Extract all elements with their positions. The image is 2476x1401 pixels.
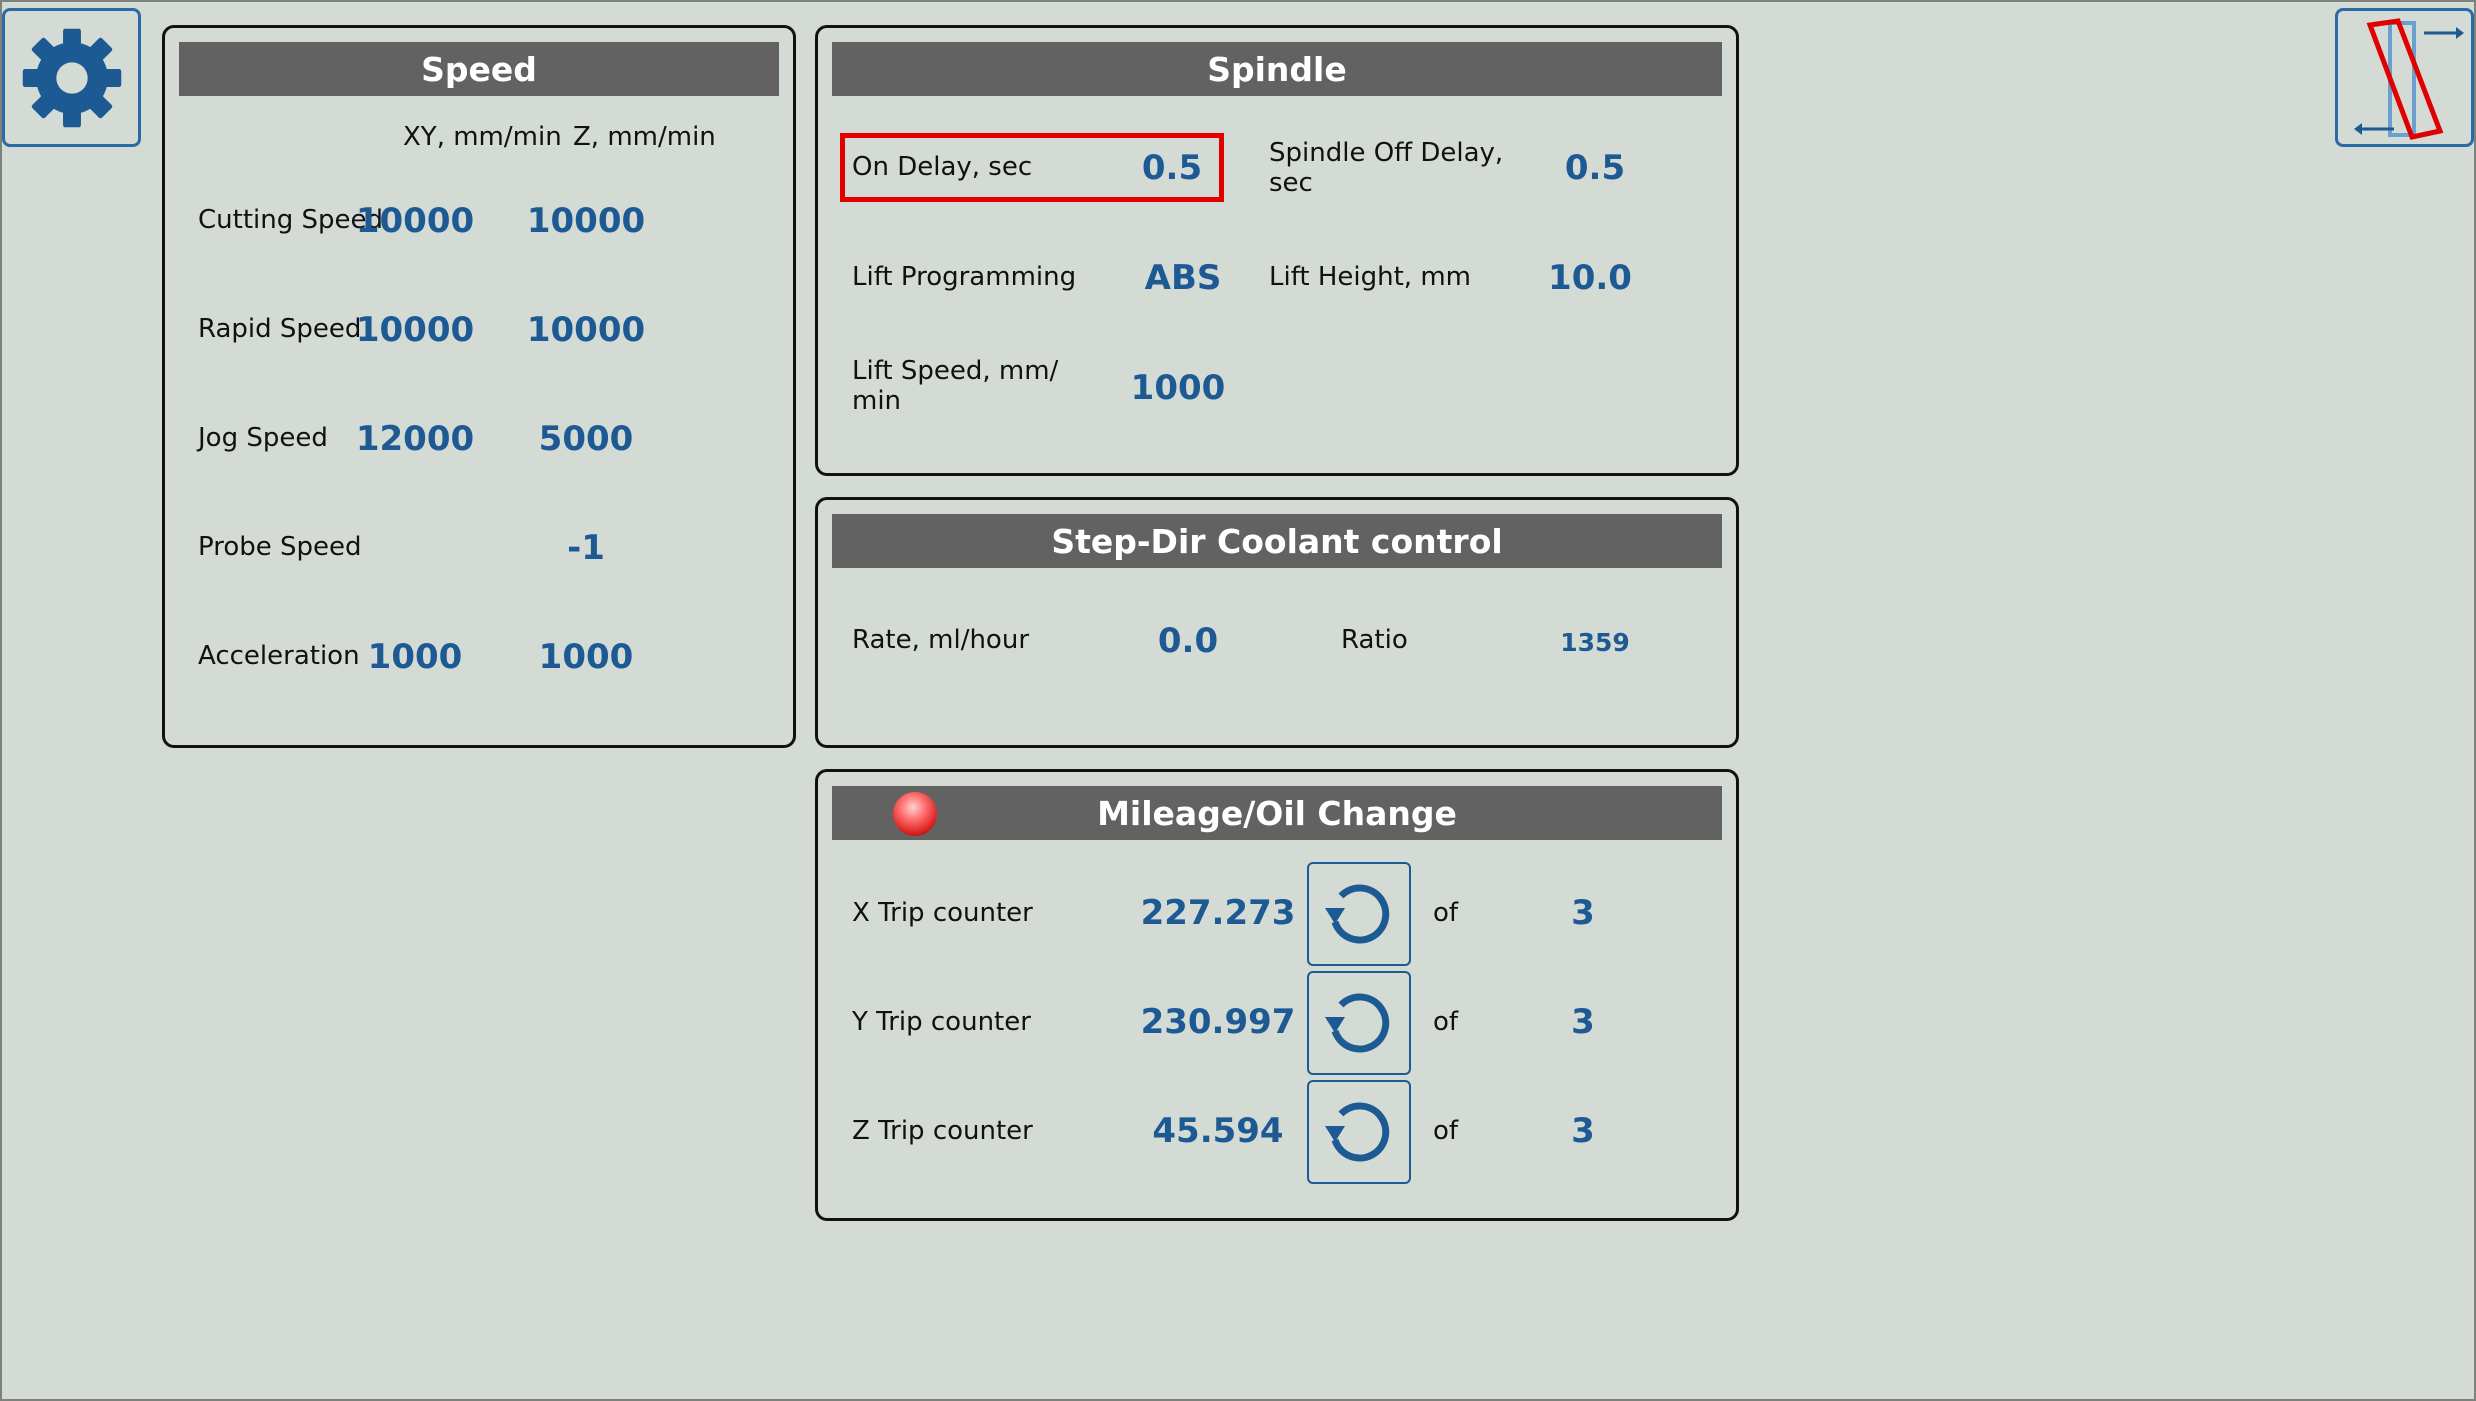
- red-led-icon: [893, 792, 937, 836]
- col-header-z: Z, mm/min: [573, 122, 716, 152]
- z-trip-counter-value: 45.594: [1152, 1111, 1284, 1151]
- x-trip-limit-value[interactable]: 3: [1533, 893, 1633, 933]
- coolant-ratio-value: 1359: [1560, 628, 1630, 657]
- reset-icon: [1325, 993, 1390, 1053]
- rapid-speed-z-value[interactable]: 10000: [501, 310, 671, 350]
- acceleration-z-value[interactable]: 1000: [501, 637, 671, 677]
- jog-speed-label: Jog Speed: [198, 423, 328, 453]
- col-header-xy: XY, mm/min: [403, 122, 562, 152]
- y-trip-counter-value: 230.997: [1140, 1002, 1296, 1042]
- cutting-speed-xy-value[interactable]: 10000: [330, 201, 500, 241]
- lift-speed-value[interactable]: 1000: [1113, 368, 1243, 408]
- z-of-label: of: [1433, 1116, 1459, 1146]
- lift-programming-value[interactable]: ABS: [1118, 258, 1248, 298]
- mileage-panel-title: Mileage/Oil Change: [832, 786, 1722, 840]
- rapid-speed-xy-value[interactable]: 10000: [330, 310, 500, 350]
- on-delay-value[interactable]: 0.5: [1132, 148, 1212, 188]
- probe-speed-label: Probe Speed: [198, 532, 362, 562]
- z-trip-reset-button[interactable]: [1307, 1080, 1411, 1184]
- cutting-speed-z-value[interactable]: 10000: [501, 201, 671, 241]
- coolant-rate-value[interactable]: 0.0: [1118, 621, 1258, 661]
- slanted-frame-icon: [2353, 17, 2464, 140]
- lift-speed-label: Lift Speed, mm/ min: [852, 356, 1059, 416]
- x-trip-counter-label: X Trip counter: [852, 898, 1033, 928]
- settings-button[interactable]: [2, 8, 141, 147]
- on-delay-label: On Delay, sec: [852, 152, 1033, 182]
- spindle-panel: Spindle On Delay, sec 0.5 Spindle Off De…: [815, 25, 1739, 476]
- z-trip-counter-label: Z Trip counter: [852, 1116, 1033, 1146]
- x-of-label: of: [1433, 898, 1459, 928]
- z-trip-limit-value[interactable]: 3: [1533, 1111, 1633, 1151]
- y-trip-reset-button[interactable]: [1307, 971, 1411, 1075]
- lift-height-label: Lift Height, mm: [1269, 262, 1471, 292]
- coolant-ratio-label: Ratio: [1341, 625, 1408, 655]
- lift-height-value[interactable]: 10.0: [1530, 258, 1650, 298]
- x-trip-counter-value: 227.273: [1140, 893, 1296, 933]
- reset-icon: [1325, 884, 1390, 944]
- spindle-panel-title: Spindle: [832, 42, 1722, 96]
- speed-panel-title: Speed: [179, 42, 779, 96]
- mode-toggle-button[interactable]: [2335, 8, 2474, 147]
- coolant-panel: Step-Dir Coolant control Rate, ml/hour 0…: [815, 497, 1739, 748]
- lift-programming-label: Lift Programming: [852, 262, 1077, 292]
- probe-speed-z-value[interactable]: -1: [501, 528, 671, 568]
- spindle-off-delay-value[interactable]: 0.5: [1535, 148, 1655, 188]
- y-of-label: of: [1433, 1007, 1459, 1037]
- jog-speed-z-value[interactable]: 5000: [501, 419, 671, 459]
- jog-speed-xy-value[interactable]: 12000: [330, 419, 500, 459]
- spindle-off-delay-label: Spindle Off Delay, sec: [1269, 138, 1504, 198]
- acceleration-xy-value[interactable]: 1000: [330, 637, 500, 677]
- y-trip-counter-label: Y Trip counter: [852, 1007, 1031, 1037]
- x-trip-reset-button[interactable]: [1307, 862, 1411, 966]
- gear-icon: [22, 28, 121, 127]
- reset-icon: [1325, 1102, 1390, 1162]
- coolant-rate-label: Rate, ml/hour: [852, 625, 1030, 655]
- coolant-panel-title: Step-Dir Coolant control: [832, 514, 1722, 568]
- mileage-panel: Mileage/Oil Change X Trip counter 227.27…: [815, 769, 1739, 1221]
- speed-panel: Speed XY, mm/min Z, mm/min Cutting Speed…: [162, 25, 796, 748]
- y-trip-limit-value[interactable]: 3: [1533, 1002, 1633, 1042]
